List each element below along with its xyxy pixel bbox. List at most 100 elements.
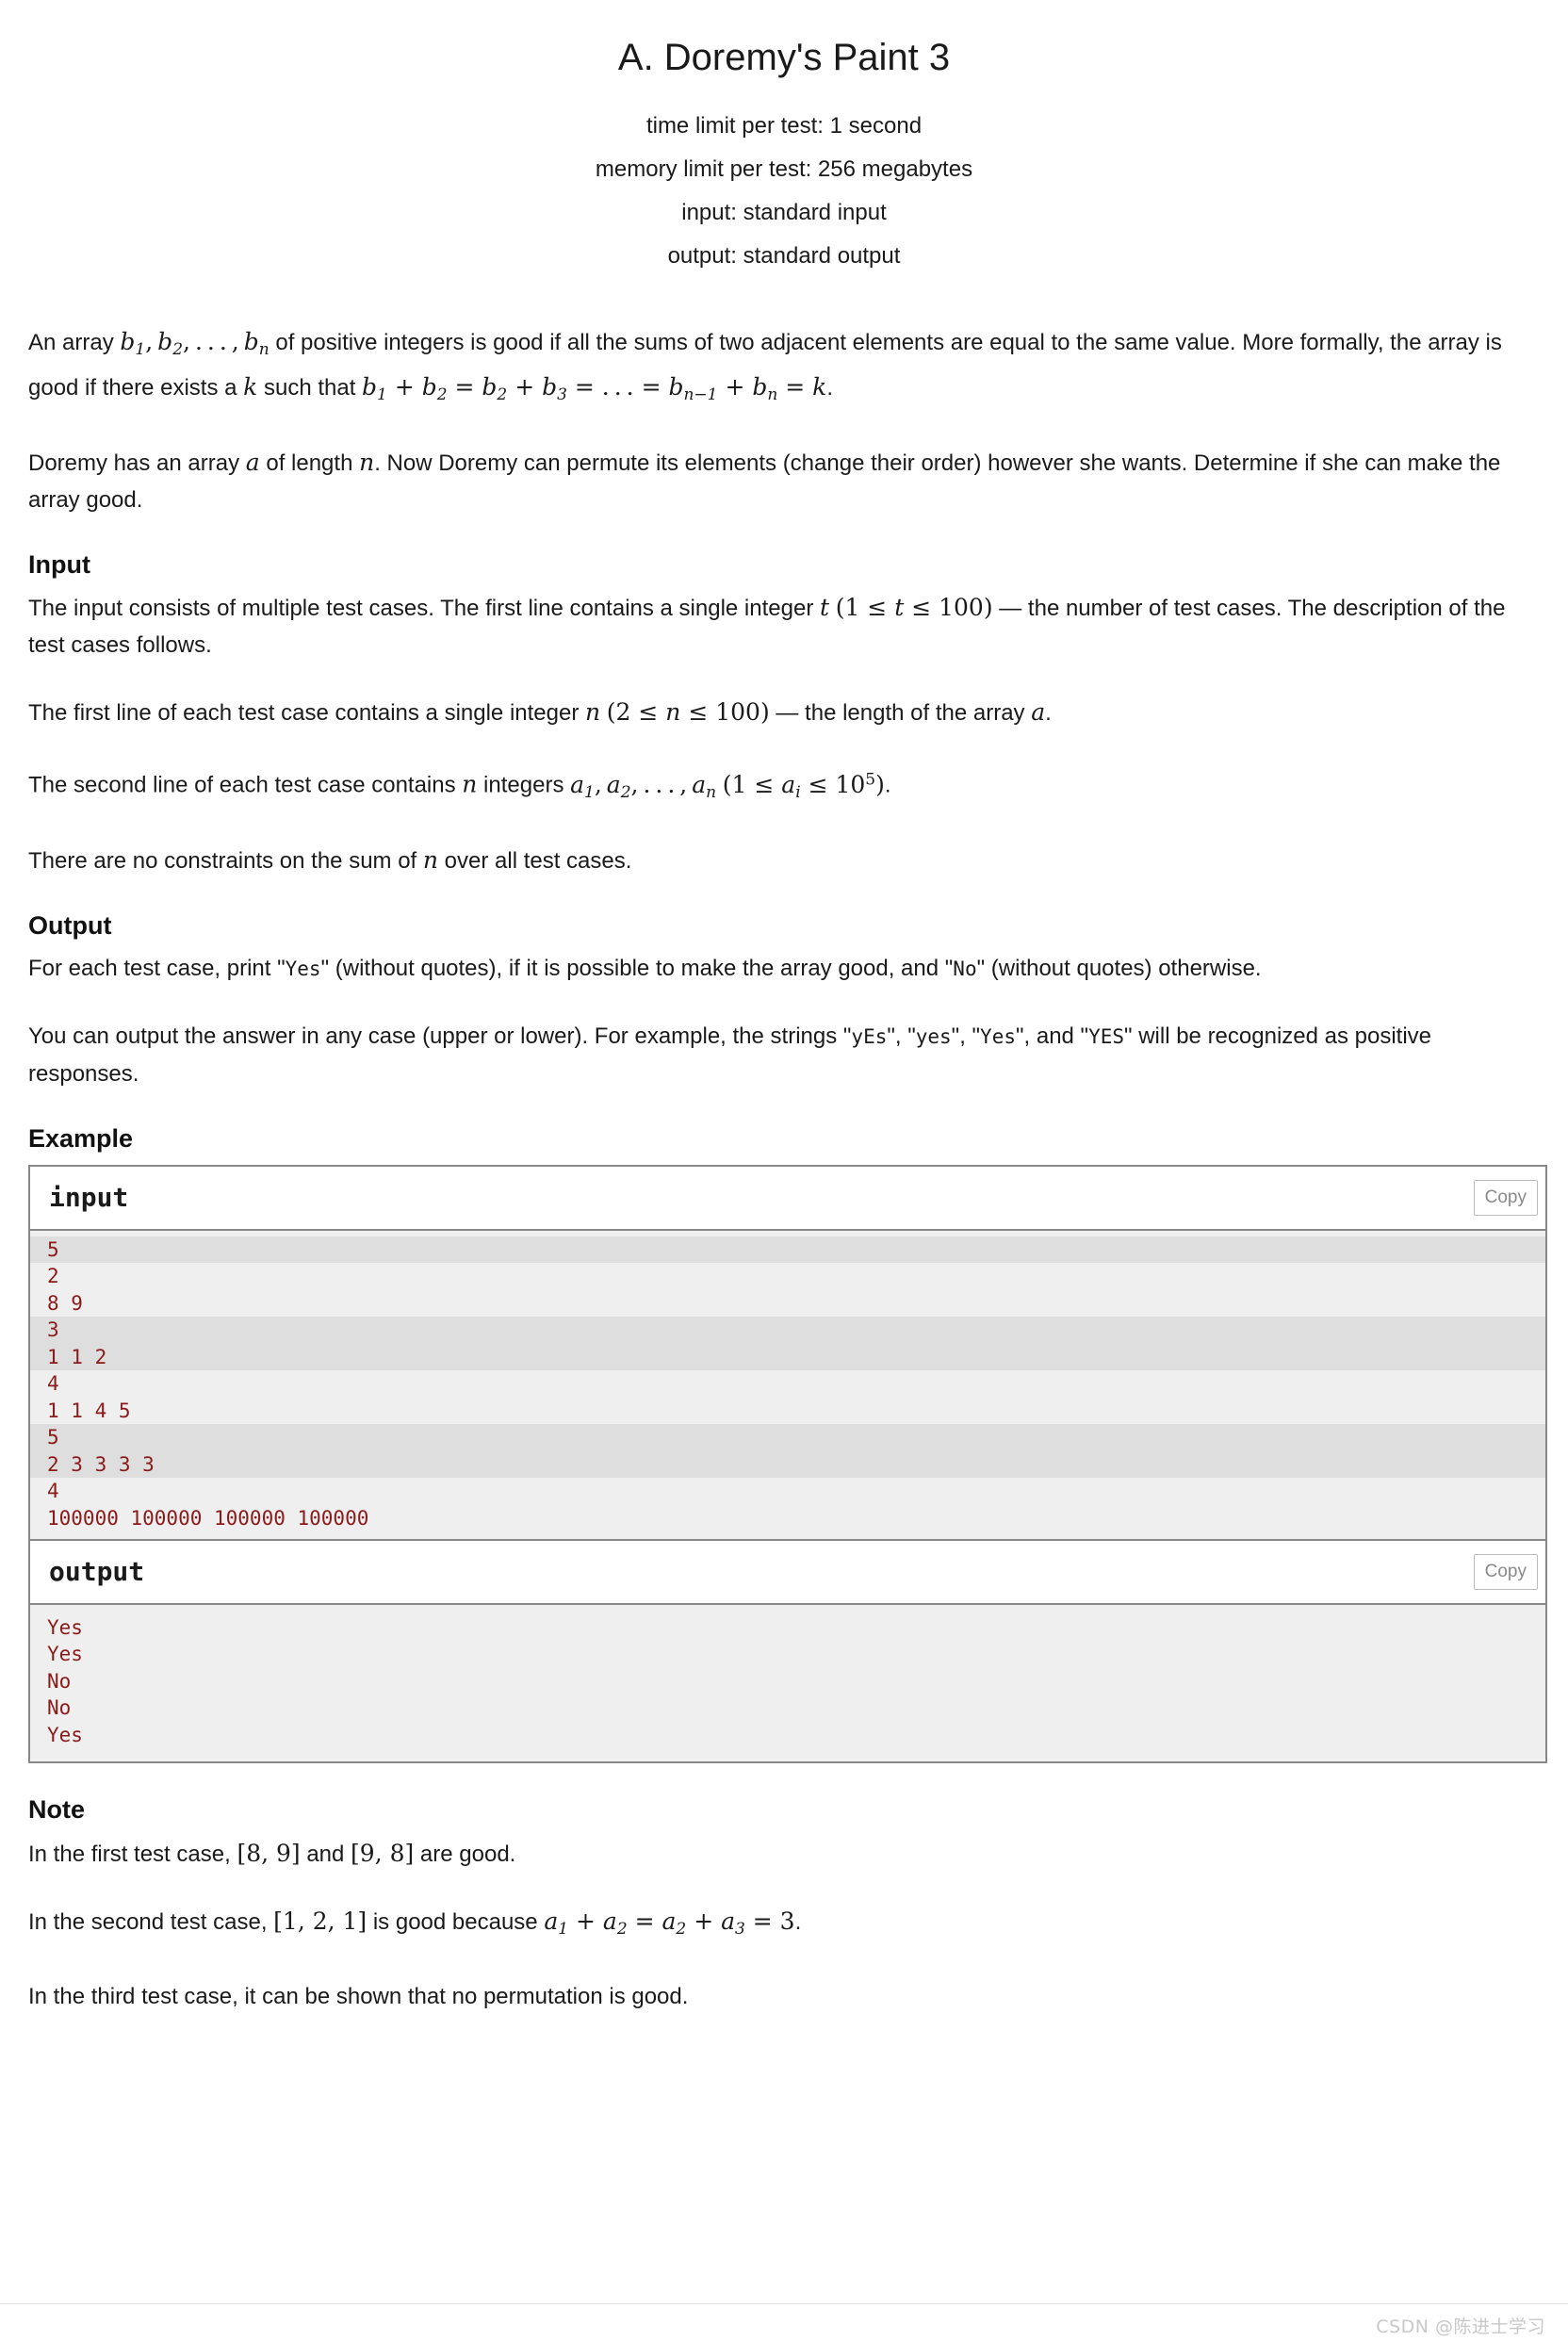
- input-group: 2 8 9: [30, 1263, 1545, 1317]
- note-paragraph-2: In the second test case, [1, 2, 1] is go…: [28, 1903, 1536, 1948]
- input-group: 3 1 1 2: [30, 1317, 1545, 1371]
- input-text-3a: The second line of each test case contai…: [28, 772, 463, 798]
- time-limit: time limit per test: 1 second: [645, 113, 923, 139]
- math-t: t: [819, 594, 830, 622]
- input-line: 100000 100000 100000 100000: [47, 1506, 369, 1530]
- math-b-sequence: b1, b2, . . . , bn: [120, 328, 270, 360]
- note-array-98: [9, 8]: [351, 1839, 415, 1867]
- output-text-2d: ", and ": [1015, 1023, 1089, 1050]
- output-text-1a: For each test case, print ": [28, 956, 286, 982]
- sample-tests: input Copy 5 2 8 9 3 1 1 2 4 1 1 4 5 5 2…: [28, 1165, 1547, 1764]
- copy-input-button[interactable]: Copy: [1473, 1180, 1538, 1217]
- note-text-2a: In the second test case,: [28, 1908, 274, 1935]
- note-array-89: [8, 9]: [237, 1839, 301, 1867]
- math-n-range: (2 ≤ n ≤ 100): [606, 698, 770, 727]
- input-text-2a: The first line of each test case contain…: [28, 700, 585, 727]
- output-mode: output: standard output: [667, 243, 901, 270]
- input-text-3b: integers: [477, 772, 571, 798]
- page-title: A. Doremy's Paint 3: [617, 37, 951, 78]
- input-text-2b: — the length of the array: [769, 700, 1032, 727]
- example-section-heading: Example: [28, 1124, 134, 1154]
- math-n-sum: n: [422, 846, 438, 875]
- math-ai-range: (1 ≤ ai ≤ 105): [722, 770, 885, 803]
- note-math-equation: a1 + a2 = a2 + a3 = 3: [544, 1907, 795, 1939]
- literal-no: No: [953, 958, 977, 981]
- input-text-3c: .: [884, 772, 891, 798]
- footer-divider: [0, 2303, 1568, 2304]
- input-paragraph-1: The input consists of multiple test case…: [28, 589, 1536, 663]
- problem-header: A. Doremy's Paint 3 time limit per test:…: [0, 0, 1568, 278]
- math-array-a: a: [1031, 698, 1046, 727]
- math-a: a: [245, 449, 260, 477]
- input-mode: input: standard input: [681, 200, 887, 226]
- problem-body: An array b1, b2, . . . , bn of positive …: [0, 323, 1568, 1155]
- input-paragraph-4: There are no constraints on the sum of n…: [28, 842, 1536, 879]
- output-text-2a: You can output the answer in any case (u…: [28, 1023, 852, 1050]
- copy-output-button[interactable]: Copy: [1473, 1554, 1538, 1591]
- input-line: 1 1 4 5: [47, 1399, 131, 1422]
- input-text-2c: .: [1045, 700, 1052, 727]
- sample-input-data: 5 2 8 9 3 1 1 2 4 1 1 4 5 5 2 3 3 3 3 4 …: [30, 1230, 1545, 1540]
- literal-yes: Yes: [285, 958, 321, 981]
- input-line: 2 3 3 3 3: [47, 1452, 155, 1476]
- statement-text-1c: such that: [257, 375, 363, 401]
- output-line: Yes: [47, 1643, 83, 1666]
- literal-yes-variant-2: yes: [915, 1025, 952, 1049]
- input-paragraph-2: The first line of each test case contain…: [28, 694, 1536, 731]
- math-a-sequence: a1, a2, . . . , an: [570, 770, 717, 803]
- statement-text-1d: .: [826, 375, 833, 401]
- problem-page: A. Doremy's Paint 3 time limit per test:…: [0, 0, 1568, 2341]
- note-section-heading: Note: [28, 1795, 85, 1825]
- statement-text-2a: Doremy has an array: [28, 450, 246, 477]
- note-paragraph-1: In the first test case, [8, 9] and [9, 8…: [28, 1835, 1536, 1873]
- statement-paragraph-2: Doremy has an array a of length n. Now D…: [28, 444, 1536, 518]
- input-line: 2: [47, 1265, 59, 1288]
- input-text-4b: over all test cases.: [438, 848, 632, 875]
- math-good-equation: b1 + b2 = b2 + b3 = . . . = bn−1 + bn = …: [362, 373, 827, 405]
- csdn-watermark: CSDN @陈进士学习: [1376, 2316, 1545, 2337]
- math-n-var: n: [585, 698, 601, 727]
- input-group: 4 1 1 4 5: [30, 1370, 1545, 1424]
- input-line: 8 9: [47, 1291, 83, 1315]
- note-paragraph-3: In the third test case, it can be shown …: [28, 1983, 689, 2009]
- output-text-1b: " (without quotes), if it is possible to…: [320, 956, 954, 982]
- math-k: k: [243, 373, 258, 401]
- input-paragraph-3: The second line of each test case contai…: [28, 761, 1536, 811]
- literal-yes-variant-3: Yes: [980, 1025, 1016, 1049]
- output-line: No: [47, 1669, 72, 1693]
- sample-input-box: input Copy 5 2 8 9 3 1 1 2 4 1 1 4 5 5 2…: [28, 1165, 1547, 1540]
- note-text-2c: .: [794, 1908, 802, 1935]
- input-group: 4 100000 100000 100000 100000: [30, 1478, 1545, 1531]
- note-body: Note In the first test case, [8, 9] and …: [0, 1793, 1568, 2014]
- note-array-121: [1, 2, 1]: [273, 1907, 368, 1935]
- math-n-count: n: [462, 770, 478, 798]
- sample-output-header: output Copy: [30, 1541, 1545, 1605]
- output-line: Yes: [47, 1615, 83, 1639]
- output-text-2b: ", ": [887, 1023, 916, 1050]
- output-line: No: [47, 1696, 72, 1720]
- note-text-1c: are good.: [414, 1841, 516, 1867]
- output-paragraph-1: For each test case, print "Yes" (without…: [28, 950, 1536, 988]
- statement-text-2b: of length: [259, 450, 360, 477]
- sample-input-label: input: [49, 1182, 129, 1214]
- output-line: Yes: [47, 1723, 83, 1746]
- input-group: 5: [30, 1236, 1545, 1264]
- input-text-1a: The input consists of multiple test case…: [28, 596, 820, 622]
- statement-paragraph-1: An array b1, b2, . . . , bn of positive …: [28, 323, 1536, 414]
- math-t-range: (1 ≤ t ≤ 100): [835, 594, 993, 622]
- output-text-1c: " (without quotes) otherwise.: [976, 956, 1262, 982]
- sample-output-data: Yes Yes No No Yes: [30, 1604, 1545, 1762]
- output-paragraph-2: You can output the answer in any case (u…: [28, 1018, 1536, 1092]
- input-line: 3: [47, 1318, 59, 1342]
- sample-input-header: input Copy: [30, 1167, 1545, 1231]
- input-section-heading: Input: [28, 550, 90, 580]
- note-text-1b: and: [300, 1841, 351, 1867]
- math-n: n: [359, 449, 375, 477]
- statement-text-1a: An array: [28, 330, 121, 356]
- note-text-2b: is good because: [367, 1908, 545, 1935]
- input-text-4a: There are no constraints on the sum of: [28, 848, 423, 875]
- sample-output-label: output: [49, 1556, 145, 1588]
- note-text-1a: In the first test case,: [28, 1841, 237, 1867]
- output-section-heading: Output: [28, 911, 112, 941]
- input-line: 1 1 2: [47, 1345, 107, 1368]
